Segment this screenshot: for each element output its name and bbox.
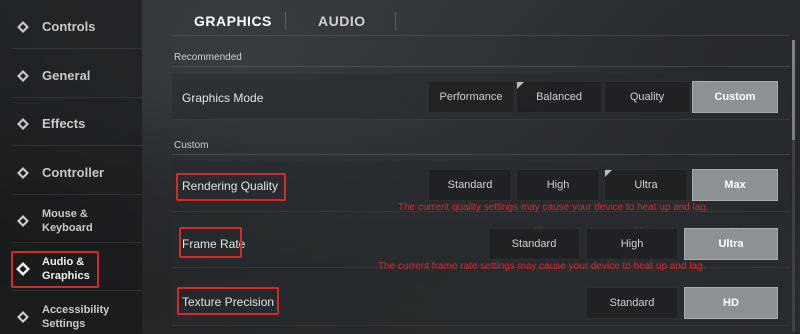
diamond-icon — [16, 214, 30, 228]
sidebar-item-label: Controls — [42, 18, 96, 34]
warning-rendering-quality: The current quality settings may cause y… — [398, 202, 709, 213]
option-label: Custom — [714, 91, 756, 103]
option-label: Max — [724, 179, 746, 191]
sidebar-item-label: Effects — [42, 115, 86, 131]
option-custom[interactable]: Custom — [692, 81, 778, 113]
option-high[interactable]: High — [586, 228, 678, 260]
option-ultra[interactable]: Ultra — [684, 228, 778, 260]
option-balanced[interactable]: Balanced — [516, 81, 602, 113]
sidebar-item-label: General — [42, 67, 91, 83]
sidebar-item-controller[interactable]: Controller — [12, 151, 142, 195]
section-divider — [172, 154, 790, 155]
section-label-recommended: Recommended — [174, 52, 242, 63]
highlight-box-texture-precision — [177, 287, 279, 315]
option-standard[interactable]: Standard — [586, 287, 678, 319]
option-max[interactable]: Max — [692, 169, 778, 201]
diamond-icon — [16, 166, 30, 180]
section-label-custom: Custom — [174, 140, 209, 151]
sidebar-item-mouse-keyboard[interactable]: Mouse & Keyboard — [12, 199, 142, 243]
sidebar-item-label: Controller — [42, 164, 105, 180]
scrollbar[interactable] — [792, 40, 795, 332]
option-label: Balanced — [536, 91, 582, 103]
option-label: Ultra — [634, 179, 658, 191]
section-divider — [172, 66, 790, 67]
option-quality[interactable]: Quality — [604, 81, 690, 113]
sidebar-item-effects[interactable]: Effects — [12, 102, 142, 146]
highlight-box-rendering-quality — [176, 173, 286, 201]
tab-audio[interactable]: AUDIO — [318, 13, 366, 29]
option-high[interactable]: High — [516, 169, 600, 201]
option-label: Standard — [447, 179, 493, 191]
diamond-icon — [16, 20, 30, 34]
setting-label-graphics-mode: Graphics Mode — [182, 91, 264, 105]
corner-marker — [605, 170, 612, 177]
tab-divider — [285, 12, 286, 30]
tab-divider — [395, 12, 396, 30]
option-performance[interactable]: Performance — [428, 81, 514, 113]
option-standard[interactable]: Standard — [488, 228, 580, 260]
warning-frame-rate: The current frame rate settings may caus… — [378, 261, 706, 272]
sidebar-item-controls[interactable]: Controls — [12, 5, 142, 49]
highlight-box-frame-rate — [179, 227, 242, 258]
diamond-icon — [16, 117, 30, 131]
option-label: HD — [723, 297, 739, 309]
option-label: High — [546, 179, 570, 191]
option-label: High — [620, 238, 644, 250]
option-hd[interactable]: HD — [684, 287, 778, 319]
sidebar-item-accessibility[interactable]: Accessibility Settings — [12, 295, 142, 334]
option-label: Quality — [629, 91, 665, 103]
option-standard[interactable]: Standard — [428, 169, 512, 201]
option-ultra[interactable]: Ultra — [604, 169, 688, 201]
option-label: Ultra — [718, 238, 744, 250]
sidebar-item-label: Accessibility Settings — [42, 304, 110, 330]
option-label: Standard — [511, 238, 557, 250]
option-label: Performance — [439, 91, 503, 103]
sidebar-item-general[interactable]: General — [12, 54, 142, 98]
corner-marker — [517, 82, 524, 89]
diamond-icon — [16, 310, 30, 324]
highlight-box-audio-graphics — [11, 251, 99, 288]
tab-graphics[interactable]: GRAPHICS — [194, 13, 272, 29]
option-label: Standard — [609, 297, 655, 309]
sidebar-item-label: Mouse & Keyboard — [42, 207, 93, 234]
scrollbar-thumb[interactable] — [792, 40, 795, 140]
diamond-icon — [16, 69, 30, 83]
